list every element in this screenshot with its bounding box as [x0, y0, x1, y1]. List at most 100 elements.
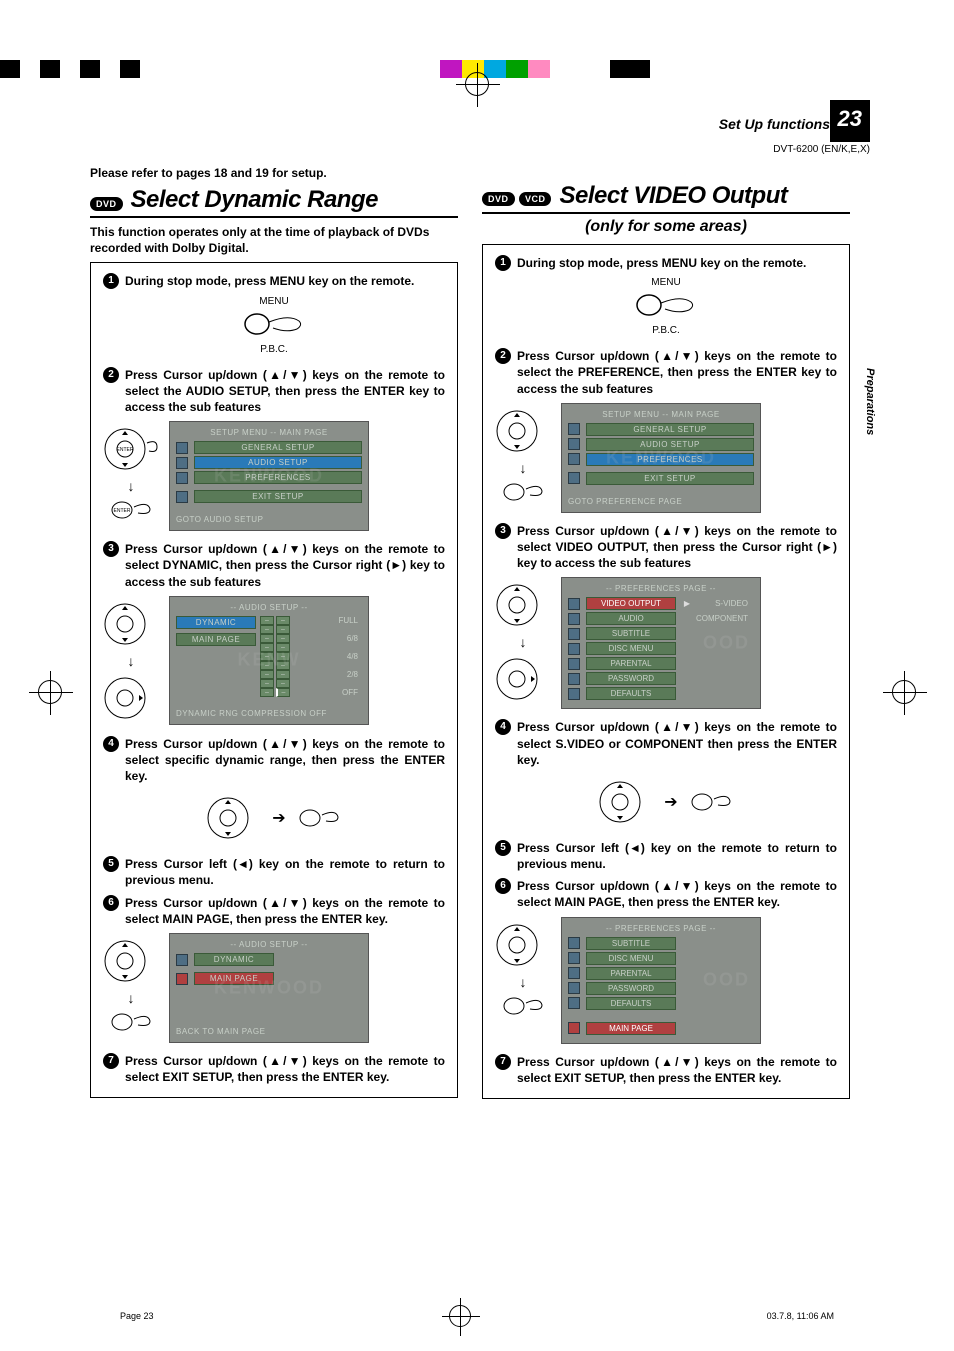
osd-footer: BACK TO MAIN PAGE [176, 1027, 362, 1036]
step-text: Press Cursor up/down (▲/▼) keys on the r… [517, 1054, 837, 1086]
step-text: During stop mode, press MENU key on the … [517, 255, 837, 271]
model-code: DVT-6200 (EN/K,E,X) [773, 144, 870, 155]
step-number: 4 [103, 736, 119, 752]
menu-button-icon [239, 309, 309, 339]
step2-illustration: ENTER ↓ ENTER SETUP MENU -- MAIN PAGE GE… [103, 421, 445, 531]
registration-mark-bottom [449, 1305, 471, 1327]
step6-illustration: ↓ -- PREFERENCES PAGE -- SUBTITLE DISC M… [495, 917, 837, 1044]
step-number: 6 [495, 878, 511, 894]
enter-button-icon [688, 787, 734, 817]
osd-screen-audio-setup: -- AUDIO SETUP -- DYNAMIC MAIN PAGE ––FU… [169, 596, 369, 725]
osd-item: EXIT SETUP [194, 490, 362, 503]
enter-button-icon [108, 1007, 154, 1037]
step-text: Press Cursor left (◄) key on the remote … [517, 840, 837, 872]
down-arrow-icon: ↓ [520, 975, 527, 989]
left-title-row: DVD Select Dynamic Range [90, 186, 458, 218]
cursor-pad-icon [495, 577, 551, 633]
dvd-badge: DVD [482, 192, 515, 206]
osd-footer: GOTO AUDIO SETUP [176, 515, 362, 524]
step-text: Press Cursor up/down (▲/▼) keys on the r… [125, 541, 445, 590]
footer-timestamp: 03.7.8, 11:06 AM [767, 1311, 834, 1321]
step2-illustration: ↓ SETUP MENU -- MAIN PAGE GENERAL SETUP … [495, 403, 837, 513]
right-arrow-icon: ➔ [272, 808, 285, 828]
osd-item: DEFAULTS [586, 997, 676, 1010]
osd-item: SUBTITLE [586, 627, 676, 640]
osd-item: PASSWORD [586, 982, 676, 995]
pbc-label: P.B.C. [239, 344, 309, 355]
osd-title: SETUP MENU -- MAIN PAGE [176, 428, 362, 437]
menu-button-icon [631, 290, 701, 320]
step-number: 2 [103, 367, 119, 383]
osd-item: GENERAL SETUP [194, 441, 362, 454]
step-text: Press Cursor up/down (▲/▼) keys on the r… [517, 719, 837, 768]
page-footer: Page 23 03.7.8, 11:06 AM [0, 1305, 954, 1327]
osd-item-highlighted: DYNAMIC [176, 616, 256, 629]
osd-item: DEFAULTS [586, 687, 676, 700]
osd-item: AUDIO SETUP [586, 438, 754, 451]
dvd-badge: DVD [90, 197, 123, 211]
step-text: Press Cursor up/down (▲/▼) keys on the r… [517, 348, 837, 397]
down-arrow-icon: ↓ [128, 654, 135, 668]
step-text: Press Cursor left (◄) key on the remote … [125, 856, 445, 888]
osd-item: SUBTITLE [586, 937, 676, 950]
cursor-pad-icon: ENTER [103, 421, 159, 477]
left-procedure-box: 1 During stop mode, press MENU key on the… [90, 262, 458, 1098]
step-number: 5 [495, 840, 511, 856]
menu-key-illustration: MENU P.B.C. [103, 296, 445, 357]
cursor-pad-icon [495, 917, 551, 973]
osd-option: 4/8 [292, 652, 362, 661]
osd-title: SETUP MENU -- MAIN PAGE [568, 410, 754, 419]
pbc-label: P.B.C. [631, 325, 701, 336]
svg-text:ENTER: ENTER [117, 447, 134, 453]
step-text: Press Cursor up/down (▲/▼) keys on the r… [125, 736, 445, 785]
osd-item: EXIT SETUP [586, 472, 754, 485]
left-title: Select Dynamic Range [131, 186, 378, 214]
down-arrow-icon: ↓ [520, 635, 527, 649]
step-number: 3 [495, 523, 511, 539]
right-title: Select VIDEO Output [559, 182, 787, 210]
step4-illustration: ➔ [495, 774, 837, 830]
cursor-pad-icon [598, 774, 654, 830]
cursor-pad-icon [206, 790, 262, 846]
menu-key-illustration: MENU P.B.C. [495, 277, 837, 338]
osd-item: DISC MENU [586, 952, 676, 965]
step-text: Press Cursor up/down (▲/▼) keys on the r… [125, 895, 445, 927]
step-text: During stop mode, press MENU key on the … [125, 273, 445, 289]
step6-illustration: ↓ -- AUDIO SETUP -- DYNAMIC MAIN PAGE KE… [103, 933, 445, 1043]
osd-screen-preferences: -- PREFERENCES PAGE -- VIDEO OUTPUT▶S-VI… [561, 577, 761, 709]
osd-option: 2/8 [292, 670, 362, 679]
menu-label: MENU [631, 277, 701, 288]
osd-item: MAIN PAGE [176, 633, 256, 646]
osd-item-highlighted: VIDEO OUTPUT [586, 597, 676, 610]
right-arrow-icon: ➔ [664, 792, 677, 812]
registration-mark-right [892, 680, 916, 704]
osd-item: PARENTAL [586, 657, 676, 670]
step-text: Press Cursor up/down (▲/▼) keys on the r… [125, 367, 445, 416]
osd-screen-main: SETUP MENU -- MAIN PAGE GENERAL SETUP AU… [561, 403, 761, 513]
step-text: Press Cursor up/down (▲/▼) keys on the r… [125, 1053, 445, 1085]
right-title-row: DVD VCD Select VIDEO Output [482, 182, 850, 214]
cursor-pad-icon [495, 403, 551, 459]
cursor-pad-icon [103, 596, 159, 652]
osd-item: DYNAMIC [194, 953, 274, 966]
osd-item: PREFERENCES [194, 471, 362, 484]
vcd-badge: VCD [519, 192, 552, 206]
osd-item-highlighted: MAIN PAGE [194, 972, 274, 985]
osd-option: S-VIDEO [698, 599, 754, 608]
step4-illustration: ➔ [103, 790, 445, 846]
section-title: Set Up functions [719, 116, 830, 132]
step-text: Press Cursor up/down (▲/▼) keys on the r… [517, 878, 837, 910]
cursor-pad-right-icon [495, 651, 551, 707]
osd-item: GENERAL SETUP [586, 423, 754, 436]
cursor-pad-icon [103, 933, 159, 989]
osd-footer: GOTO PREFERENCE PAGE [568, 497, 754, 506]
osd-item: PASSWORD [586, 672, 676, 685]
step3-illustration: ↓ -- PREFERENCES PAGE -- VIDEO OUTPUT▶S-… [495, 577, 837, 709]
step-number: 3 [103, 541, 119, 557]
step-number: 1 [103, 273, 119, 289]
osd-title: -- PREFERENCES PAGE -- [568, 924, 754, 933]
osd-screen-preferences-back: -- PREFERENCES PAGE -- SUBTITLE DISC MEN… [561, 917, 761, 1044]
osd-title: -- PREFERENCES PAGE -- [568, 584, 754, 593]
osd-title: -- AUDIO SETUP -- [176, 940, 362, 949]
step-number: 2 [495, 348, 511, 364]
